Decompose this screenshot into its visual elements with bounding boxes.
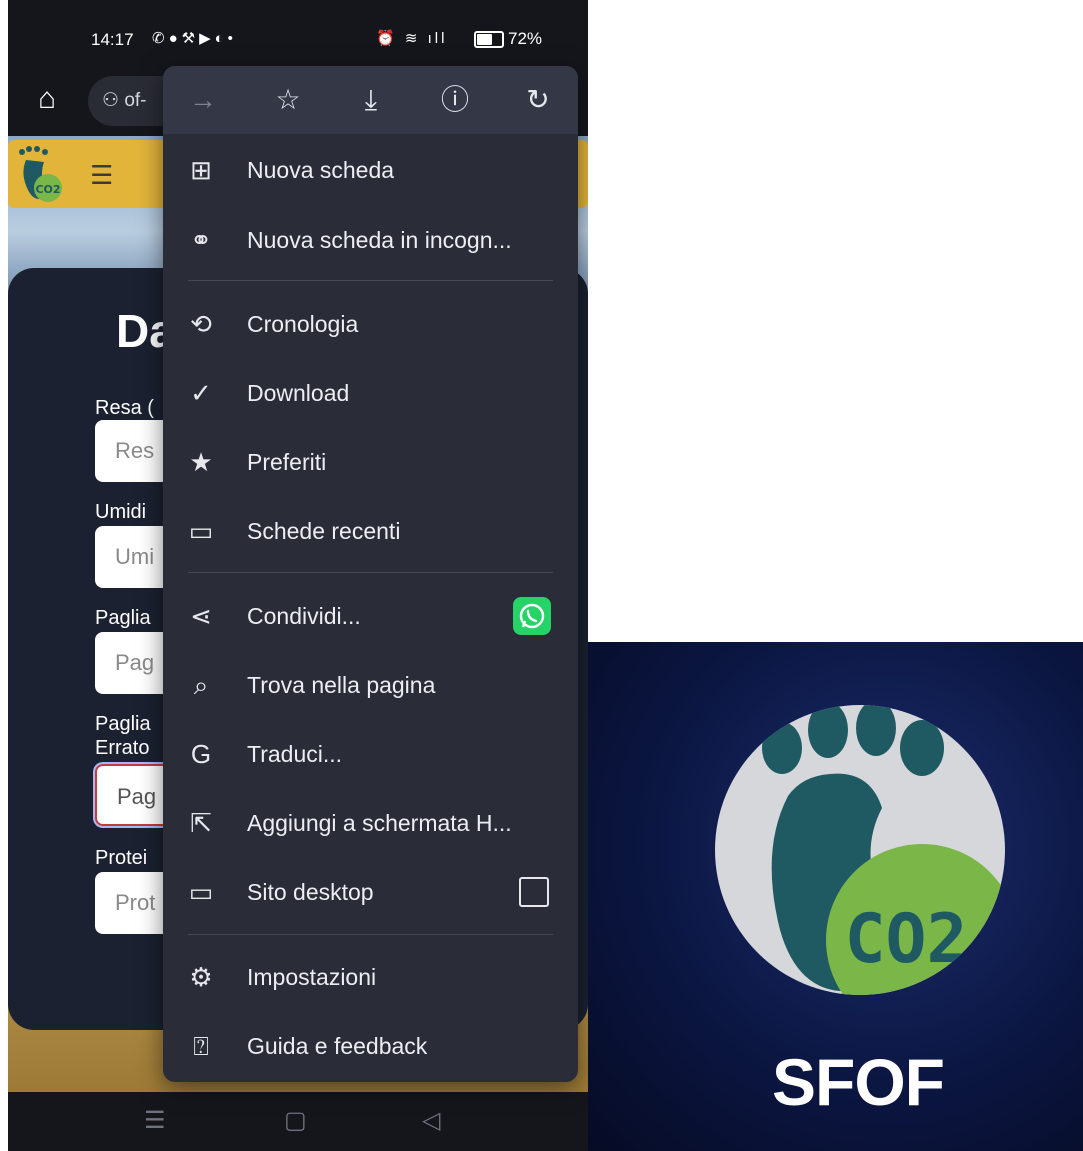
hamburger-menu-icon[interactable]: ☰ (90, 160, 113, 191)
recents-nav-icon[interactable]: ☰ (144, 1106, 166, 1135)
history-icon: ⟲ (190, 309, 212, 339)
menu-item-help[interactable]: ⍰ Guida e feedback (163, 1016, 578, 1076)
menu-item-label: Impostazioni (247, 964, 377, 990)
menu-item-label: Aggiungi a schermata H... (247, 810, 512, 836)
field-label: Umidi (95, 501, 147, 523)
reload-icon[interactable]: ↻ (516, 78, 560, 122)
menu-toolbar: → ☆ ⤓ ⓘ ↻ (163, 66, 578, 134)
menu-item-label: Sito desktop (247, 879, 374, 905)
field-label: Paglia Errato (95, 713, 151, 759)
field-label: Resa ( (95, 397, 154, 419)
menu-item-add-to-home[interactable]: ⇱ Aggiungi a schermata H... (163, 793, 578, 853)
menu-item-bookmarks[interactable]: ★ Preferiti (163, 432, 578, 492)
menu-item-downloads[interactable]: ✓ Download (163, 363, 578, 423)
menu-item-desktop-site[interactable]: ▭ Sito desktop (163, 862, 578, 922)
menu-item-label: Traduci... (247, 741, 343, 767)
menu-item-recent-tabs[interactable]: ▭ Schede recenti (163, 501, 578, 561)
menu-item-label: Preferiti (247, 449, 327, 475)
home-nav-icon[interactable]: ▢ (284, 1106, 307, 1135)
help-icon: ⍰ (193, 1031, 209, 1061)
back-nav-icon[interactable]: ◁ (422, 1106, 440, 1135)
menu-item-label: Nuova scheda in incogn... (247, 227, 512, 253)
menu-item-history[interactable]: ⟲ Cronologia (163, 294, 578, 354)
battery-indicator: 72% (474, 29, 542, 49)
whatsapp-icon[interactable] (513, 597, 551, 635)
settings-icon: ⚙ (189, 962, 213, 992)
url-text: of- (124, 90, 147, 111)
downloads-icon: ✓ (190, 378, 212, 408)
menu-divider (188, 280, 553, 281)
field-label: Protei (95, 847, 148, 869)
devices-icon: ▭ (188, 516, 214, 546)
menu-divider (188, 934, 553, 935)
find-in-page-icon: ⌕ (193, 670, 209, 700)
menu-item-translate[interactable]: G Traduci... (163, 724, 578, 784)
menu-item-settings[interactable]: ⚙ Impostazioni (163, 947, 578, 1007)
menu-item-label: Download (247, 380, 350, 406)
sfof-app-icon[interactable]: CO2 (710, 700, 1010, 1000)
share-icon: ⋖ (190, 601, 212, 631)
menu-item-label: Cronologia (247, 311, 359, 337)
browser-overflow-menu: → ☆ ⤓ ⓘ ↻ ⊞ Nuova scheda ⚭ Nuova scheda … (163, 66, 578, 1082)
svg-text:CO2: CO2 (35, 183, 60, 196)
desktop-site-checkbox[interactable] (519, 877, 549, 907)
translate-icon: G (190, 739, 212, 769)
menu-divider (188, 572, 553, 573)
forward-icon[interactable]: → (181, 78, 225, 122)
menu-item-share[interactable]: ⋖ Condividi... (163, 586, 578, 646)
info-icon[interactable]: ⓘ (433, 78, 477, 122)
desktop-icon: ▭ (188, 877, 214, 907)
battery-icon (474, 30, 504, 48)
logo-co2-text: CO2 (845, 900, 968, 979)
app-name-label: SFOF (772, 1045, 945, 1119)
field-label: Paglia (95, 607, 151, 629)
incognito-icon: ⚭ (190, 225, 212, 255)
menu-item-label: Trova nella pagina (247, 672, 436, 698)
menu-item-label: Schede recenti (247, 518, 401, 544)
download-icon[interactable]: ⤓ (349, 78, 393, 122)
menu-item-label: Condividi... (247, 603, 361, 629)
menu-item-new-tab[interactable]: ⊞ Nuova scheda (163, 140, 578, 200)
system-nav-bar: ☰ ▢ ◁ (8, 1092, 588, 1151)
site-settings-icon[interactable]: ⚇ (102, 90, 124, 111)
bookmark-star-icon[interactable]: ☆ (266, 78, 310, 122)
system-icons: ⏰ ≋ ıll (376, 30, 448, 47)
notification-icons: ✆●⚒▶◐• (152, 30, 237, 47)
app-icon-panel: CO2 SFOF (588, 642, 1083, 1151)
menu-item-find-in-page[interactable]: ⌕ Trova nella pagina (163, 655, 578, 715)
menu-item-label: Guida e feedback (247, 1033, 428, 1059)
status-time: 14:17 (91, 30, 134, 49)
phone-screenshot: 14:17 ✆●⚒▶◐• ⏰ ≋ ıll 72% ⌂ ⚇ of- CO2 ☰ D… (8, 0, 588, 1151)
add-to-home-icon: ⇱ (190, 808, 212, 838)
menu-item-incognito[interactable]: ⚭ Nuova scheda in incogn... (163, 210, 578, 270)
new-tab-icon: ⊞ (190, 155, 212, 185)
battery-level: 72% (508, 29, 543, 48)
site-logo-icon[interactable]: CO2 (14, 144, 64, 204)
status-bar: 14:17 ✆●⚒▶◐• ⏰ ≋ ıll 72% (8, 0, 588, 66)
menu-item-label: Nuova scheda (247, 157, 395, 183)
home-icon[interactable]: ⌂ (30, 82, 64, 116)
star-icon: ★ (189, 447, 213, 477)
